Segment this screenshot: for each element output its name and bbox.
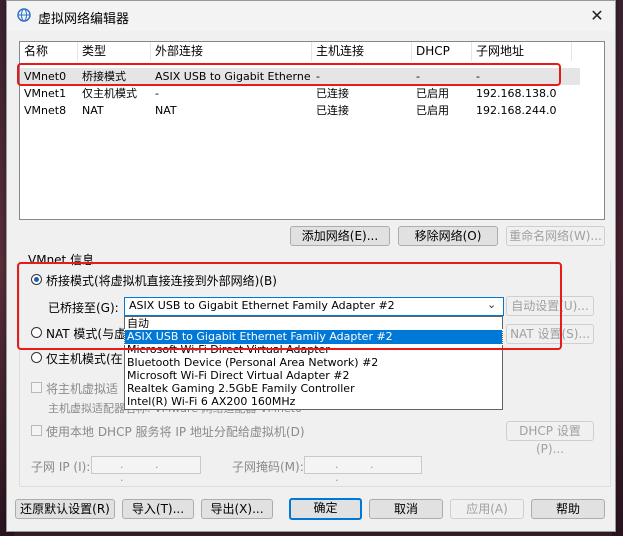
column-header-host[interactable]: 主机连接 — [312, 42, 412, 61]
close-icon: ✕ — [590, 6, 604, 25]
cell: 已连接 — [316, 87, 349, 100]
annotation-highlight-vmnet0 — [17, 63, 561, 86]
subnet-ip-value: . . . — [120, 458, 173, 484]
cancel-button[interactable]: 取消 — [369, 499, 443, 519]
cell: VMnet1 — [24, 87, 67, 100]
cell: 仅主机模式 — [82, 87, 137, 100]
column-header-subnet[interactable]: 子网地址 — [472, 42, 572, 61]
connect-host-adapter-checkbox[interactable] — [31, 382, 42, 393]
table-row-vmnet1[interactable]: VMnet1 仅主机模式 - 已连接 已启用 192.168.138.0 — [20, 85, 580, 102]
subnet-mask-value: . . . — [335, 458, 388, 484]
title-bar: 虚拟网络编辑器 ✕ — [7, 1, 615, 31]
export-button[interactable]: 导出(X)... — [201, 499, 273, 519]
subnet-mask-label: 子网掩码(M): — [232, 460, 304, 474]
cell: 192.168.244.0 — [476, 104, 557, 117]
host-only-label[interactable]: 仅主机模式(在 — [46, 350, 123, 367]
use-dhcp-checkbox[interactable] — [31, 425, 42, 436]
cell: VMnet8 — [24, 104, 67, 117]
remove-network-button[interactable]: 移除网络(O) — [398, 226, 498, 246]
ok-button[interactable]: 确定 — [289, 498, 362, 520]
cell: 已启用 — [416, 104, 449, 117]
dropdown-option-wifi-direct-2[interactable]: Microsoft Wi-Fi Direct Virtual Adapter #… — [125, 369, 502, 383]
help-button[interactable]: 帮助 — [531, 499, 605, 519]
cell: 已连接 — [316, 104, 349, 117]
apply-button[interactable]: 应用(A) — [450, 499, 524, 519]
cell: NAT — [155, 104, 177, 117]
dhcp-settings-button[interactable]: DHCP 设置(P)... — [506, 421, 594, 456]
column-header-type[interactable]: 类型 — [78, 42, 151, 61]
host-only-radio[interactable] — [31, 352, 42, 363]
window-title: 虚拟网络编辑器 — [38, 12, 130, 27]
virtual-network-editor-dialog: 虚拟网络编辑器 ✕ 名称 类型 外部连接 主机连接 DHCP 子网地址 VMne… — [6, 0, 616, 532]
table-row-vmnet8[interactable]: VMnet8 NAT NAT 已连接 已启用 192.168.244.0 — [20, 102, 580, 119]
restore-defaults-button[interactable]: 还原默认设置(R) — [15, 499, 115, 519]
cell: NAT — [82, 104, 104, 117]
use-dhcp-label: 使用本地 DHCP 服务将 IP 地址分配给虚拟机(D) — [46, 425, 305, 439]
column-header-name[interactable]: 名称 — [20, 42, 78, 61]
subnet-ip-label: 子网 IP (I): — [31, 460, 91, 474]
dropdown-option-realtek[interactable]: Realtek Gaming 2.5GbE Family Controller — [125, 382, 502, 396]
dropdown-option-bluetooth[interactable]: Bluetooth Device (Personal Area Network)… — [125, 356, 502, 370]
dropdown-option-intel-wifi[interactable]: Intel(R) Wi-Fi 6 AX200 160MHz — [125, 395, 502, 409]
subnet-mask-field[interactable]: . . . — [304, 456, 422, 484]
column-header-dhcp[interactable]: DHCP — [412, 42, 472, 61]
import-button[interactable]: 导入(T)... — [122, 499, 194, 519]
column-header-external[interactable]: 外部连接 — [151, 42, 312, 61]
cell: 192.168.138.0 — [476, 87, 557, 100]
cell: 已启用 — [416, 87, 449, 100]
rename-network-button[interactable]: 重命名网络(W)... — [506, 226, 605, 246]
network-globe-icon — [17, 8, 31, 22]
cell: - — [155, 87, 159, 100]
add-network-button[interactable]: 添加网络(E)... — [290, 226, 390, 246]
annotation-highlight-bridge-settings — [17, 262, 562, 350]
connect-host-adapter-label: 将主机虚拟适 — [46, 382, 119, 396]
close-button[interactable]: ✕ — [579, 3, 615, 29]
subnet-ip-field[interactable]: . . . — [91, 456, 201, 484]
